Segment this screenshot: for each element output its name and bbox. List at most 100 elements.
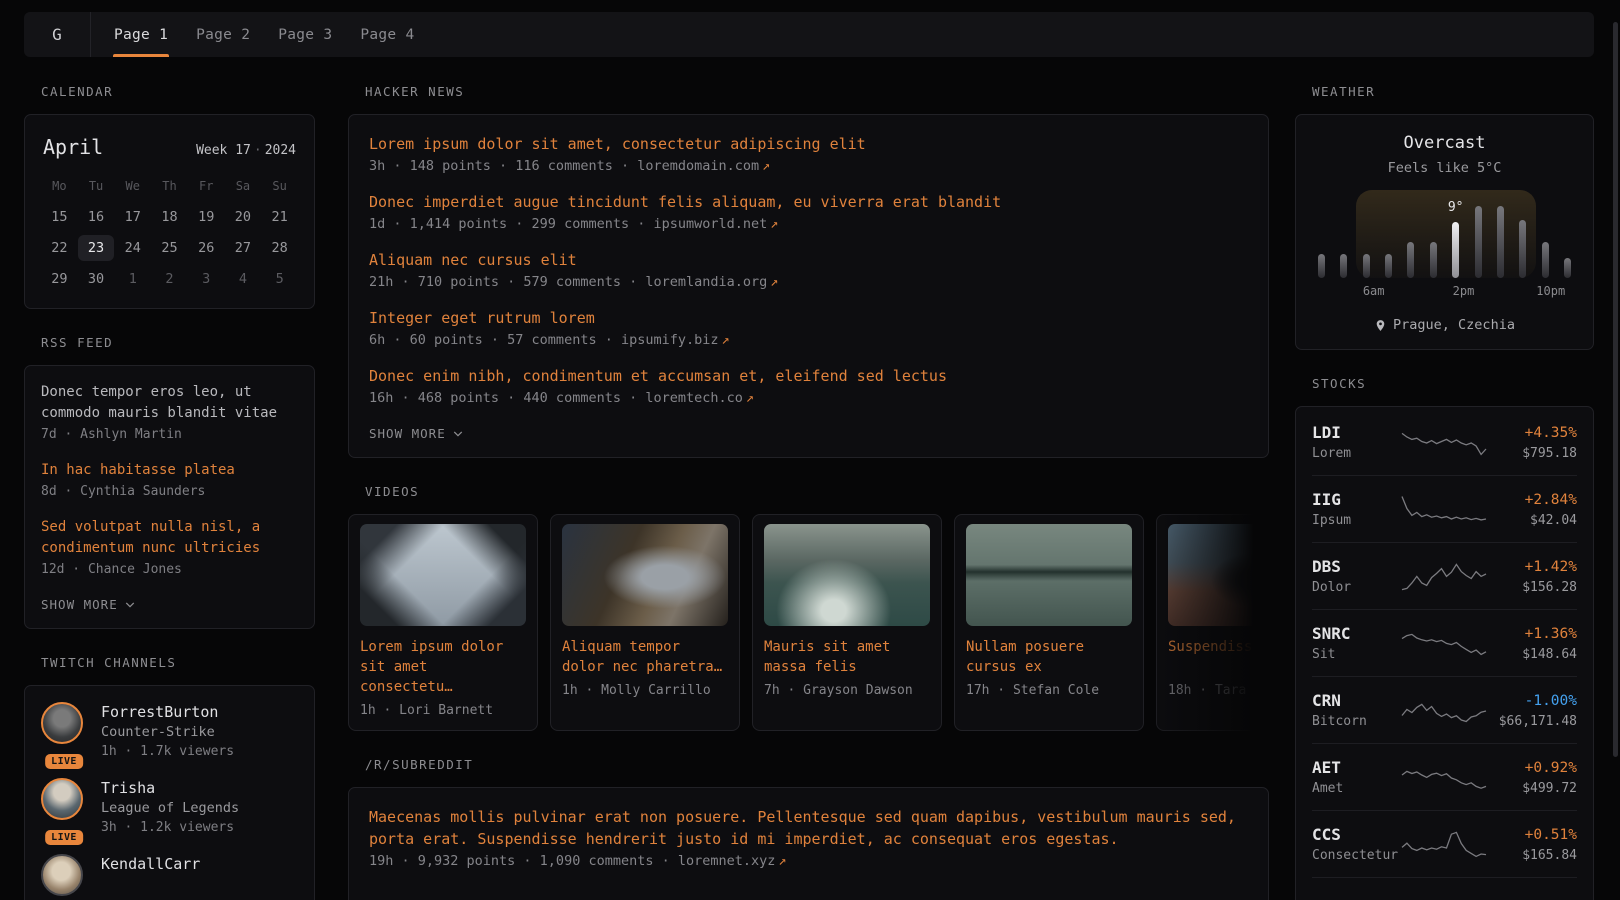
rss-item-title[interactable]: Sed volutpat nulla nisl, a condimentum n… — [41, 517, 298, 559]
channel-name[interactable]: ForrestBurton — [101, 702, 234, 722]
video-title[interactable]: Aliquam tempor dolor nec pharetra… — [562, 637, 728, 677]
external-link-icon: ↗ — [746, 390, 754, 406]
channel-category: Counter-Strike — [101, 722, 234, 742]
hn-item-domain[interactable]: loremdomain.com — [637, 158, 759, 174]
reddit-section: /R/SUBREDDIT Maecenas mollis pulvinar er… — [348, 757, 1269, 900]
weather-bar — [1519, 220, 1526, 278]
live-badge: LIVE — [45, 754, 83, 769]
video-card[interactable]: Nullam posuere cursus ex 17h · Stefan Co… — [954, 514, 1144, 731]
video-title[interactable]: Mauris sit amet massa felis — [764, 637, 930, 677]
stock-change: +2.84% — [1488, 489, 1577, 511]
channel-name[interactable]: Trisha — [101, 778, 239, 798]
video-meta: 18h · Tara — [1168, 683, 1269, 698]
calendar-week-label: Week 17 — [196, 143, 251, 158]
video-meta: 1h · Lori Barnett — [360, 703, 526, 718]
calendar-month: April — [43, 135, 103, 159]
stock-sparkline — [1400, 694, 1488, 728]
hn-item: Aliquam nec cursus elit 21h · 710 points… — [369, 249, 1248, 293]
dow-th: Th — [151, 179, 188, 199]
hn-item-domain[interactable]: ipsumify.biz — [621, 332, 719, 348]
rss-item-title[interactable]: In hac habitasse platea — [41, 460, 298, 481]
external-link-icon: ↗ — [770, 216, 778, 232]
hn-item-title[interactable]: Aliquam nec cursus elit — [369, 249, 1248, 271]
video-card[interactable]: Lorem ipsum dolor sit amet consectetu… 1… — [348, 514, 538, 731]
hn-item-title[interactable]: Lorem ipsum dolor sit amet, consectetur … — [369, 133, 1248, 155]
video-card[interactable]: Suspendisse diam 18h · Tara — [1156, 514, 1269, 731]
hn-item-domain[interactable]: ipsumworld.net — [653, 216, 767, 232]
calendar-day: 1 — [114, 266, 151, 292]
twitch-section: TWITCH CHANNELS LIVE ForrestBurton Count… — [24, 655, 315, 900]
weather-bar — [1385, 254, 1392, 278]
tab-page-3[interactable]: Page 3 — [264, 12, 346, 57]
video-title[interactable]: Suspendisse diam — [1168, 637, 1269, 677]
hn-item-domain[interactable]: loremtech.co — [645, 390, 743, 406]
video-card[interactable]: Aliquam tempor dolor nec pharetra… 1h · … — [550, 514, 740, 731]
external-link-icon: ↗ — [770, 274, 778, 290]
x-label-10pm: 10pm — [1536, 284, 1565, 298]
weather-bar — [1407, 242, 1414, 278]
app-logo[interactable]: G — [24, 12, 91, 57]
rss-section: RSS FEED Donec tempor eros leo, ut commo… — [24, 335, 315, 629]
tab-page-1[interactable]: Page 1 — [100, 12, 182, 57]
rss-item-title[interactable]: Donec tempor eros leo, ut commodo mauris… — [41, 382, 298, 424]
calendar-day: 3 — [188, 266, 225, 292]
page-tabs: Page 1 Page 2 Page 3 Page 4 — [91, 12, 429, 57]
page-scrollbar-thumb[interactable] — [1613, 22, 1618, 757]
reddit-post-domain[interactable]: loremnet.xyz — [678, 853, 776, 869]
calendar-day: 26 — [188, 235, 225, 261]
show-more-label: SHOW MORE — [369, 426, 446, 441]
reddit-section-label: /R/SUBREDDIT — [348, 757, 1269, 772]
video-card[interactable]: Mauris sit amet massa felis 7h · Grayson… — [752, 514, 942, 731]
stock-symbol: AET — [1312, 757, 1400, 779]
weather-bar — [1340, 254, 1347, 278]
calendar-day: 17 — [114, 204, 151, 230]
calendar-day: 5 — [261, 266, 298, 292]
video-thumbnail[interactable] — [764, 524, 930, 626]
stock-row: AET Amet +0.92% $499.72 — [1312, 743, 1577, 810]
dow-su: Su — [261, 179, 298, 199]
hacker-news-section: HACKER NEWS Lorem ipsum dolor sit amet, … — [348, 84, 1269, 458]
left-column: CALENDAR April Week 17·2024 Mo Tu We Th … — [24, 84, 315, 900]
twitch-channel-row[interactable]: KendallCarr — [41, 854, 298, 896]
calendar-day: 20 — [225, 204, 262, 230]
stock-name: Bitcorn — [1312, 712, 1400, 731]
calendar-grid: Mo Tu We Th Fr Sa Su 15 16 17 18 19 20 2… — [41, 179, 298, 292]
twitch-channel-row[interactable]: LIVE Trisha League of Legends 3h · 1.2k … — [41, 778, 298, 838]
calendar-day: 19 — [188, 204, 225, 230]
twitch-channel-row[interactable]: LIVE ForrestBurton Counter-Strike 1h · 1… — [41, 702, 298, 762]
hn-item-title[interactable]: Integer eget rutrum lorem — [369, 307, 1248, 329]
video-thumbnail[interactable] — [562, 524, 728, 626]
stock-name: Dolor — [1312, 578, 1400, 597]
videos-section-label: VIDEOS — [348, 484, 1269, 499]
video-title[interactable]: Lorem ipsum dolor sit amet consectetu… — [360, 637, 526, 697]
stocks-section-label: STOCKS — [1295, 376, 1594, 391]
weather-feels-like: Feels like 5°C — [1312, 160, 1577, 176]
stock-price: $499.72 — [1488, 779, 1577, 798]
hn-item-title[interactable]: Donec imperdiet augue tincidunt felis al… — [369, 191, 1248, 213]
hn-item-title[interactable]: Donec enim nibh, condimentum et accumsan… — [369, 365, 1248, 387]
video-title[interactable]: Nullam posuere cursus ex — [966, 637, 1132, 677]
video-thumbnail[interactable] — [966, 524, 1132, 626]
channel-name[interactable]: KendallCarr — [101, 854, 200, 874]
stock-sparkline — [1400, 828, 1488, 862]
tab-page-4[interactable]: Page 4 — [346, 12, 428, 57]
rss-show-more-button[interactable]: SHOW MORE — [41, 597, 298, 612]
hn-item-domain[interactable]: loremlandia.org — [645, 274, 767, 290]
rss-item: In hac habitasse platea 8d · Cynthia Sau… — [41, 460, 298, 502]
stock-row: AHS +0.46% — [1312, 877, 1577, 900]
hn-item-meta: 6h · 60 points · 57 comments · — [369, 332, 613, 348]
stock-row: DBS Dolor +1.42% $156.28 — [1312, 542, 1577, 609]
hn-item: Donec imperdiet augue tincidunt felis al… — [369, 191, 1248, 235]
reddit-post-title[interactable]: Maecenas mollis pulvinar erat non posuer… — [369, 806, 1248, 850]
weather-bar — [1318, 254, 1325, 278]
stock-sparkline — [1400, 493, 1488, 527]
weather-section-label: WEATHER — [1295, 84, 1594, 99]
video-thumbnail[interactable] — [360, 524, 526, 626]
live-badge: LIVE — [45, 830, 83, 845]
tab-page-2[interactable]: Page 2 — [182, 12, 264, 57]
video-thumbnail[interactable] — [1168, 524, 1269, 626]
stock-row: CRN Bitcorn -1.00% $66,171.48 — [1312, 676, 1577, 743]
hn-show-more-button[interactable]: SHOW MORE — [369, 426, 1248, 441]
reddit-widget: Maecenas mollis pulvinar erat non posuer… — [348, 787, 1269, 900]
stock-sparkline — [1400, 560, 1488, 594]
